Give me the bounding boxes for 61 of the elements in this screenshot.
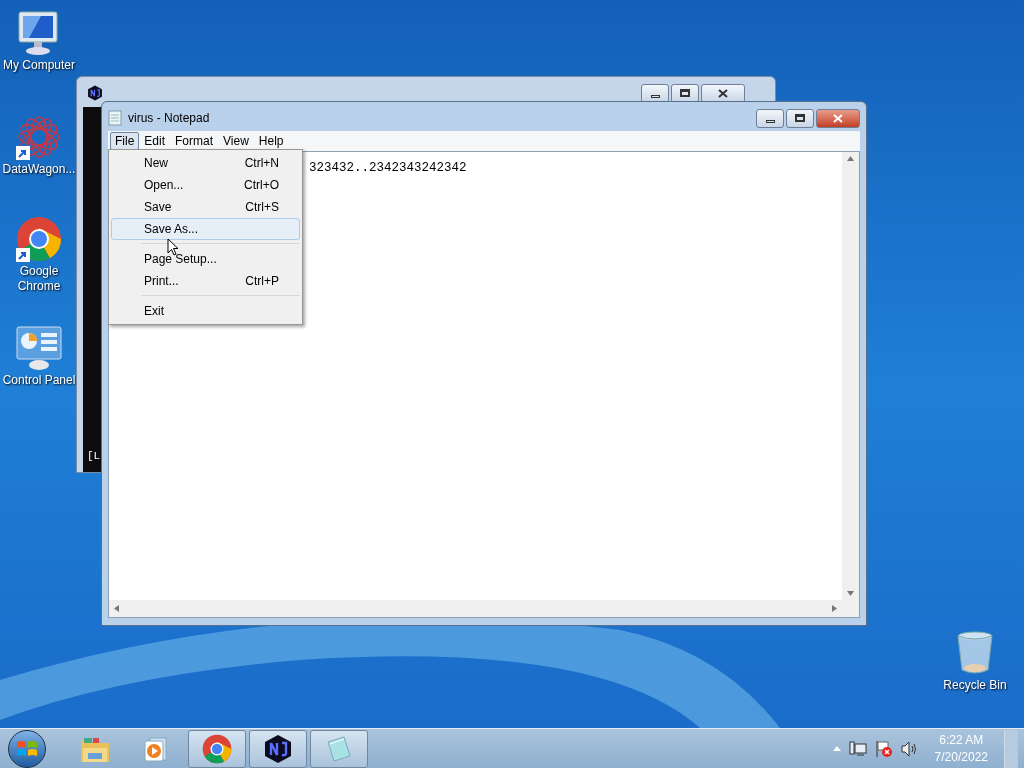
close-button[interactable]: [816, 108, 860, 128]
desktop-icon-label[interactable]: DataWagon...: [2, 162, 76, 177]
menu-entry-label: New: [144, 155, 168, 172]
flag-error-icon[interactable]: [874, 739, 893, 758]
taskbar-button[interactable]: [249, 729, 307, 768]
menu-entry-label: Open...: [144, 177, 184, 194]
media-player-icon[interactable]: [142, 734, 170, 763]
menu-entry[interactable]: Print... Ctrl+P: [111, 270, 300, 292]
minimize-button[interactable]: [756, 108, 784, 128]
show-hidden-icons-icon[interactable]: [832, 746, 841, 751]
window-title: virus - Notepad: [128, 110, 210, 127]
desktop-icon-label[interactable]: Control Panel: [2, 373, 76, 388]
mouse-pointer-icon: [167, 238, 179, 256]
menu-entry[interactable]: New Ctrl+N: [111, 152, 300, 174]
scroll-left-icon[interactable]: [114, 605, 119, 612]
shortcut-text: Ctrl+S: [245, 199, 279, 216]
clock-time: 6:22 AM: [939, 731, 984, 749]
windows-logo-icon: [16, 738, 38, 759]
hexagon-logo-icon: [87, 85, 103, 101]
maximize-button[interactable]: [786, 108, 814, 128]
chrome-icon: [16, 216, 62, 262]
start-button[interactable]: [8, 729, 46, 768]
close-icon: [833, 113, 843, 123]
shortcut-text: Ctrl+N: [244, 155, 279, 172]
recycle-bin-icon: [955, 630, 995, 676]
close-icon: [718, 88, 728, 98]
menu-entry-label: Print...: [144, 273, 179, 290]
shortcut-text: Ctrl+O: [244, 177, 279, 194]
network-icon[interactable]: [848, 740, 867, 757]
menu-entry-label: Page Setup...: [144, 251, 217, 268]
shortcut-text: Ctrl+P: [245, 273, 279, 290]
menu-item[interactable]: Format: [170, 132, 219, 150]
console-text: [L: [87, 451, 102, 462]
document-text: 323432..2342343242342: [309, 161, 467, 175]
scroll-right-icon[interactable]: [832, 605, 837, 612]
menu-entry[interactable]: Save Ctrl+S: [111, 196, 300, 218]
menu-entry-label: Exit: [144, 303, 164, 320]
clock-date: 7/20/2022: [934, 748, 988, 766]
chrome-icon[interactable]: [202, 733, 232, 764]
menu-entry[interactable]: Open... Ctrl+O: [111, 174, 300, 196]
menu-entry-label: Save: [144, 199, 172, 216]
scroll-down-icon[interactable]: [847, 591, 854, 596]
horizontal-scrollbar[interactable]: [109, 600, 842, 617]
star-burst-icon: [16, 114, 62, 160]
menu-item[interactable]: Help: [253, 132, 289, 150]
control-panel-icon: [15, 325, 63, 371]
volume-icon[interactable]: [900, 740, 919, 757]
menu-entry[interactable]: Page Setup...: [111, 248, 300, 270]
menu-entry[interactable]: Save As...: [111, 218, 300, 240]
menu-item[interactable]: File: [110, 132, 140, 150]
menu-entry-label: Save As...: [144, 221, 199, 238]
desktop-icon-label[interactable]: My Computer: [3, 58, 75, 73]
hexagon-logo-icon[interactable]: [264, 733, 292, 764]
vertical-scrollbar[interactable]: [842, 152, 859, 600]
scroll-up-icon[interactable]: [847, 156, 854, 161]
desktop-icon-label[interactable]: Google Chrome: [0, 264, 79, 294]
notepad-icon: [108, 110, 122, 126]
menu-item[interactable]: Edit: [139, 132, 171, 150]
menu-entry[interactable]: Exit: [111, 300, 300, 322]
desktop-icon-label[interactable]: Recycle Bin: [943, 678, 1007, 693]
menu-item[interactable]: View: [218, 132, 254, 150]
